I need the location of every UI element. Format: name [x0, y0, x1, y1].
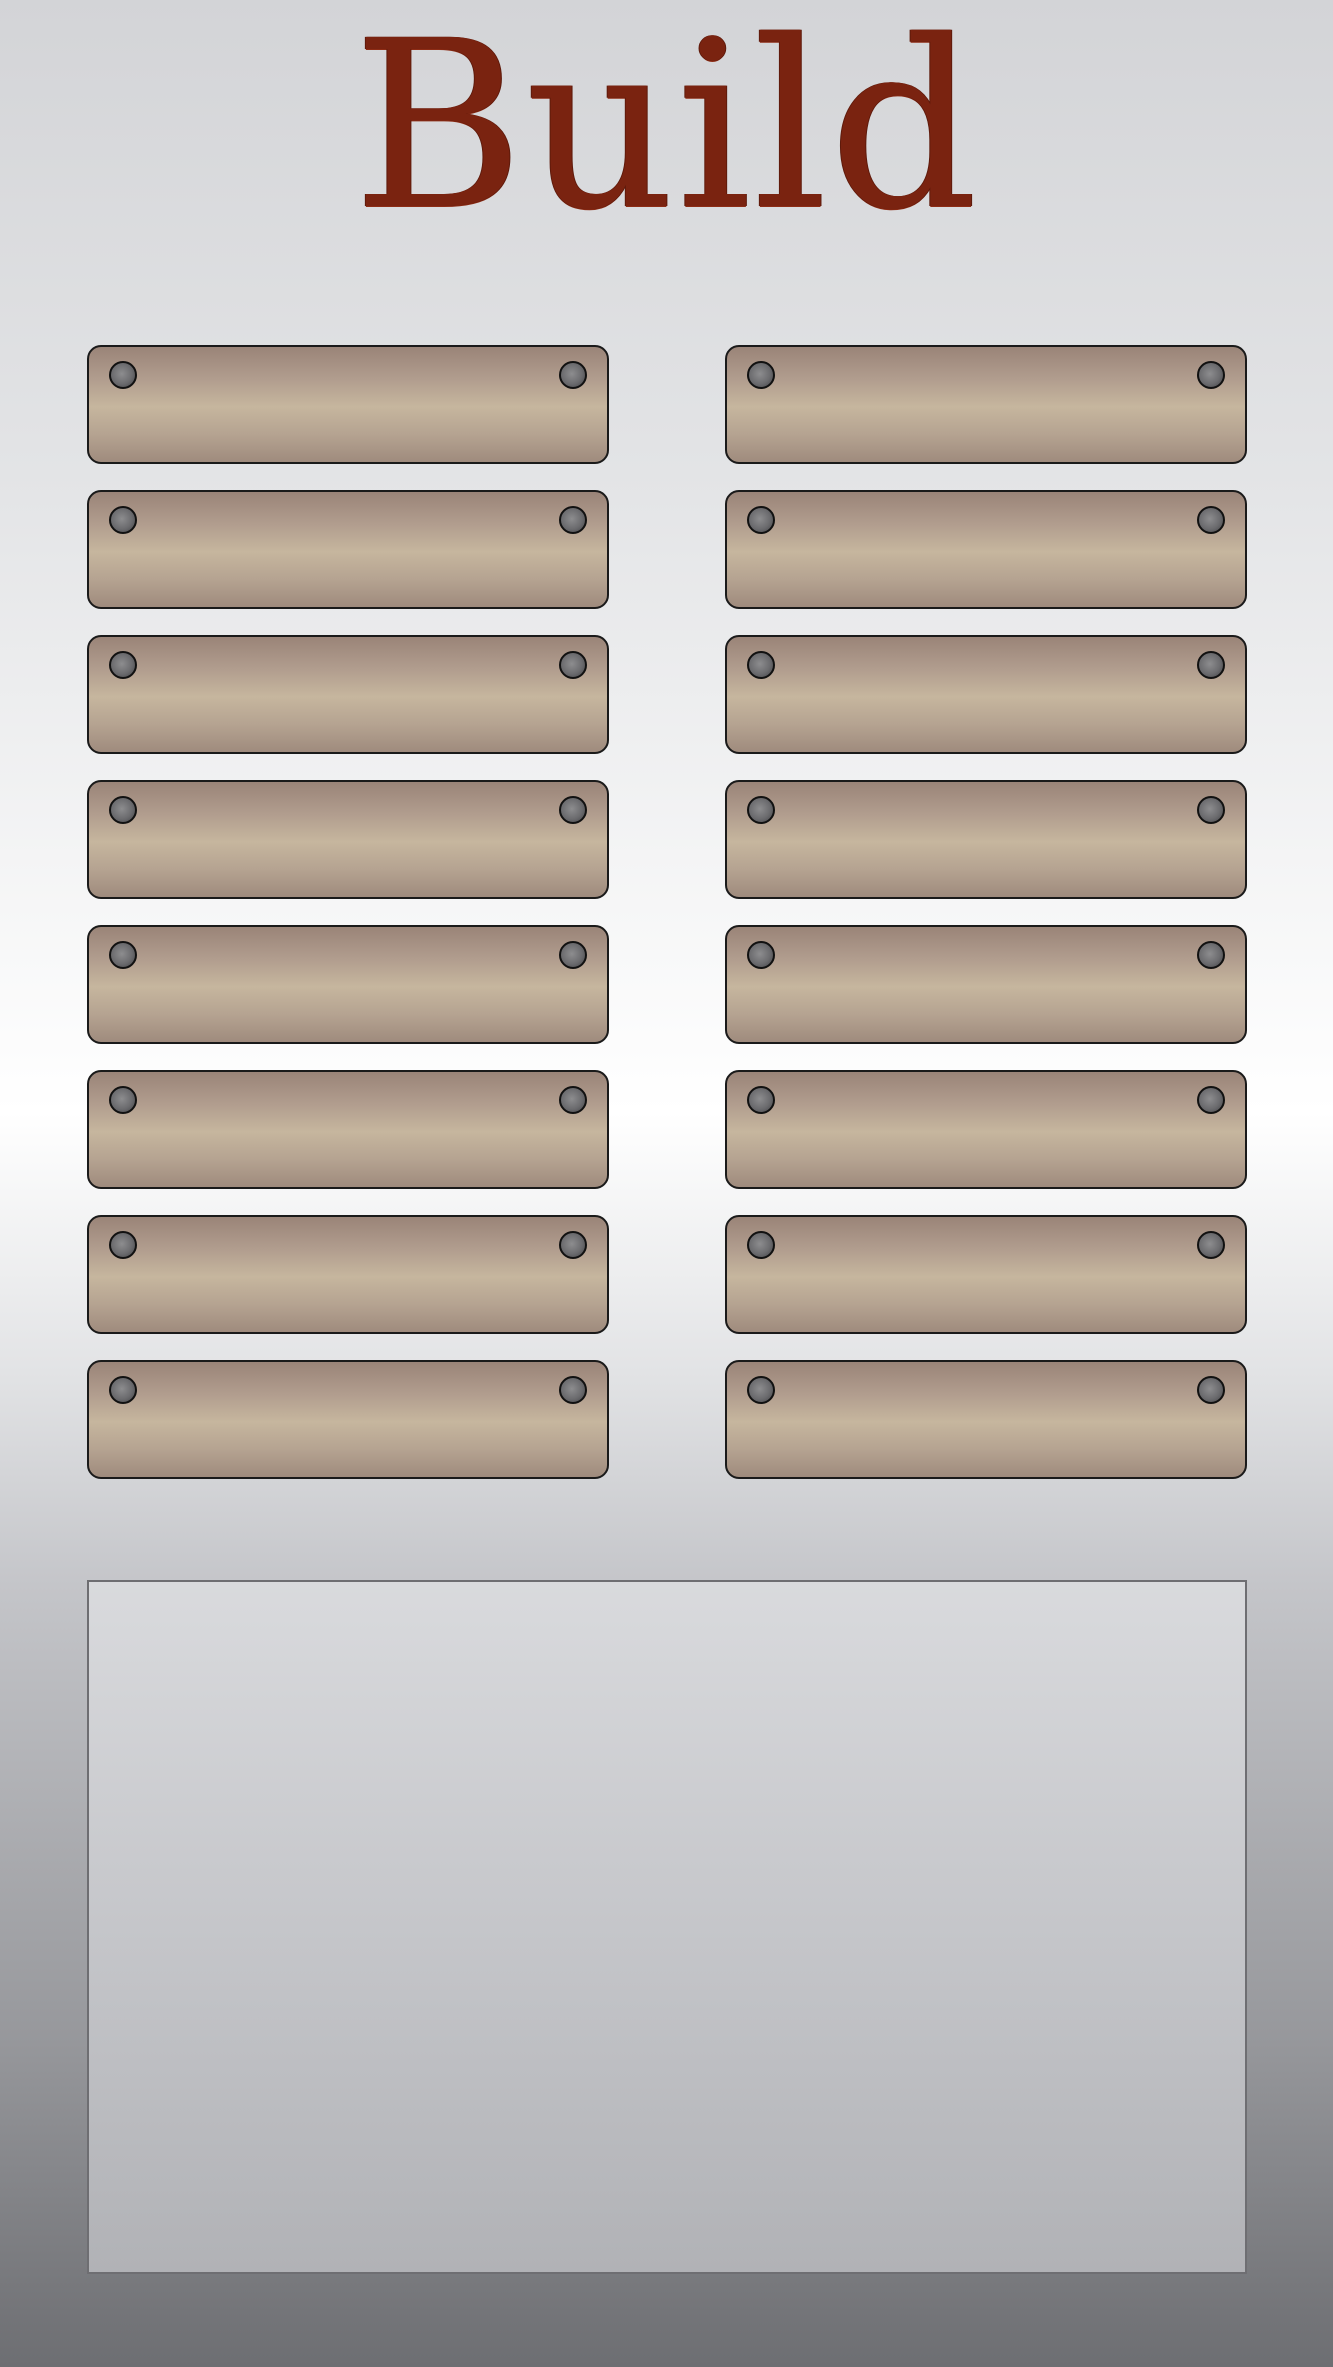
build-slot-label — [149, 782, 547, 897]
bolt-icon — [109, 361, 137, 389]
bolt-icon — [559, 1376, 587, 1404]
bolt-icon — [559, 796, 587, 824]
build-slot-label — [787, 782, 1185, 897]
build-slot-label — [787, 637, 1185, 752]
build-slot-label — [787, 1217, 1185, 1332]
bolt-icon — [747, 1376, 775, 1404]
build-slot-10[interactable] — [725, 925, 1247, 1044]
build-slot-8[interactable] — [725, 780, 1247, 899]
bolt-icon — [747, 651, 775, 679]
bolt-icon — [109, 506, 137, 534]
bolt-icon — [747, 361, 775, 389]
build-slot-5[interactable] — [87, 635, 609, 754]
build-info-panel — [87, 1580, 1247, 2274]
build-slot-1[interactable] — [87, 345, 609, 464]
build-slot-3[interactable] — [87, 490, 609, 609]
build-slot-4[interactable] — [725, 490, 1247, 609]
build-slot-label — [787, 347, 1185, 462]
bolt-icon — [1197, 651, 1225, 679]
build-slot-label — [149, 347, 547, 462]
build-slot-grid — [87, 345, 1247, 1479]
build-slot-label — [787, 1072, 1185, 1187]
build-slot-label — [149, 1362, 547, 1477]
build-slot-16[interactable] — [725, 1360, 1247, 1479]
bolt-icon — [747, 941, 775, 969]
bolt-icon — [109, 651, 137, 679]
build-slot-label — [787, 1362, 1185, 1477]
build-slot-label — [149, 1072, 547, 1187]
build-slot-13[interactable] — [87, 1215, 609, 1334]
bolt-icon — [1197, 1231, 1225, 1259]
build-slot-14[interactable] — [725, 1215, 1247, 1334]
bolt-icon — [747, 796, 775, 824]
build-slot-label — [149, 1217, 547, 1332]
bolt-icon — [559, 361, 587, 389]
bolt-icon — [559, 941, 587, 969]
build-slot-12[interactable] — [725, 1070, 1247, 1189]
build-slot-2[interactable] — [725, 345, 1247, 464]
bolt-icon — [109, 1376, 137, 1404]
build-slot-7[interactable] — [87, 780, 609, 899]
bolt-icon — [559, 651, 587, 679]
bolt-icon — [1197, 361, 1225, 389]
build-slot-label — [787, 492, 1185, 607]
bolt-icon — [747, 1086, 775, 1114]
bolt-icon — [109, 1086, 137, 1114]
build-slot-label — [787, 927, 1185, 1042]
build-slot-11[interactable] — [87, 1070, 609, 1189]
bolt-icon — [559, 1231, 587, 1259]
bolt-icon — [1197, 506, 1225, 534]
bolt-icon — [109, 1231, 137, 1259]
build-slot-15[interactable] — [87, 1360, 609, 1479]
build-slot-9[interactable] — [87, 925, 609, 1044]
bolt-icon — [1197, 796, 1225, 824]
bolt-icon — [1197, 1086, 1225, 1114]
build-slot-label — [149, 927, 547, 1042]
bolt-icon — [559, 1086, 587, 1114]
build-slot-6[interactable] — [725, 635, 1247, 754]
bolt-icon — [1197, 1376, 1225, 1404]
bolt-icon — [109, 796, 137, 824]
page-title: Build — [353, 0, 980, 261]
bolt-icon — [747, 506, 775, 534]
build-slot-label — [149, 637, 547, 752]
bolt-icon — [559, 506, 587, 534]
bolt-icon — [1197, 941, 1225, 969]
bolt-icon — [747, 1231, 775, 1259]
bolt-icon — [109, 941, 137, 969]
build-slot-label — [149, 492, 547, 607]
